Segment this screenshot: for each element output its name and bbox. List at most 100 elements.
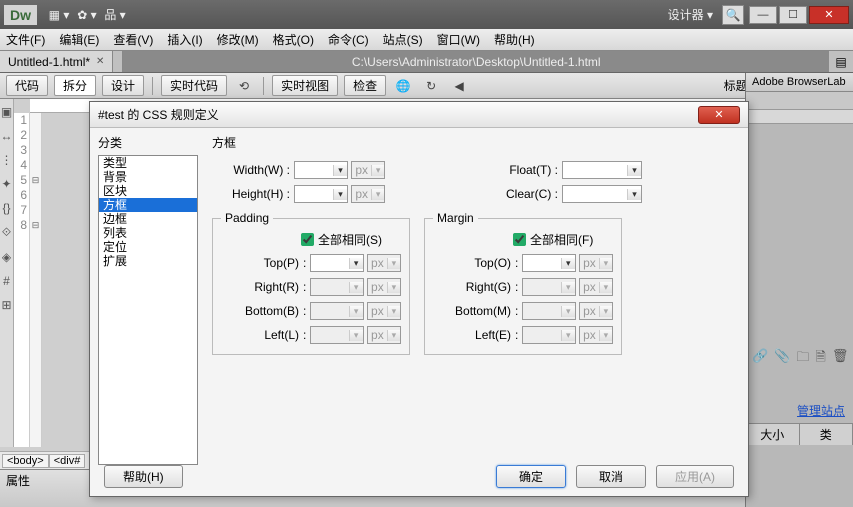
margin-left-unit[interactable]: px▾ [579,326,613,344]
code-tools: ▣ ↔ ⋮ ✦ {} ⟐ ◈ # ⊞ [0,99,14,447]
margin-bottom-unit[interactable]: px▾ [579,302,613,320]
height-input[interactable]: ▾ [294,185,348,203]
padding-bottom-label: Bottom(B) [221,304,299,318]
toggle-icon[interactable]: ⟲ [233,76,255,96]
menu-help[interactable]: 帮助(H) [494,31,535,48]
dialog-title: #test 的 CSS 规则定义 [98,106,698,123]
expand-icon[interactable]: ▤ [829,51,853,72]
design-view-button[interactable]: 设计 [102,75,144,96]
menu-modify[interactable]: 修改(M) [217,31,259,48]
padding-bottom-input[interactable]: ▾ [310,302,364,320]
margin-top-unit[interactable]: px▾ [579,254,613,272]
menu-insert[interactable]: 插入(I) [167,31,202,48]
padding-left-input[interactable]: ▾ [310,326,364,344]
col-type[interactable]: 类 [800,424,853,445]
cat-list[interactable]: 列表 [99,226,197,240]
cat-box[interactable]: 方框 [99,198,197,212]
ok-button[interactable]: 确定 [496,465,566,488]
padding-same-label: 全部相同(S) [318,231,382,248]
padding-top-unit[interactable]: px▾ [367,254,401,272]
menu-edit[interactable]: 编辑(E) [59,31,99,48]
menu-file[interactable]: 文件(F) [6,31,45,48]
trash-icon[interactable]: 🗑 [832,348,849,370]
cat-type[interactable]: 类型 [99,156,197,170]
cat-ext[interactable]: 扩展 [99,254,197,268]
tool-icon[interactable]: ⊞ [1,298,11,312]
margin-right-input[interactable]: ▾ [522,278,576,296]
livecode-button[interactable]: 实时代码 [161,75,227,96]
padding-same-checkbox[interactable] [301,233,314,246]
padding-top-input[interactable]: ▾ [310,254,364,272]
tag-body[interactable]: <body> [2,454,49,468]
workspace-mode[interactable]: 设计器 ▾ [668,6,713,23]
margin-right-unit[interactable]: px▾ [579,278,613,296]
cancel-button[interactable]: 取消 [576,465,646,488]
refresh-icon[interactable]: ↻ [420,76,442,96]
menu-command[interactable]: 命令(C) [328,31,369,48]
padding-right-unit[interactable]: px▾ [367,278,401,296]
margin-left-input[interactable]: ▾ [522,326,576,344]
margin-top-input[interactable]: ▾ [522,254,576,272]
menu-window[interactable]: 窗口(W) [437,31,480,48]
panel-header-browserlab[interactable]: Adobe BrowserLab [746,73,853,92]
menu-view[interactable]: 查看(V) [113,31,153,48]
tool-icon[interactable]: ↔ [1,129,13,143]
fold-icon[interactable]: ⊟ [30,173,41,188]
float-select[interactable]: ▾ [562,161,642,179]
maximize-button[interactable]: ☐ [779,6,807,24]
document-tab[interactable]: Untitled-1.html* ✕ [0,51,113,72]
margin-same-checkbox[interactable] [513,233,526,246]
note-icon[interactable]: 🗎 [815,348,825,370]
help-button[interactable]: 帮助(H) [104,465,183,488]
dialog-titlebar: #test 的 CSS 规则定义 ✕ [90,102,748,128]
settings-icon[interactable]: ✿ ▾ [76,5,98,25]
pin-icon[interactable]: 📎 [774,348,790,370]
cat-pos[interactable]: 定位 [99,240,197,254]
link-icon[interactable]: 🔗 [752,348,768,370]
menu-format[interactable]: 格式(O) [273,31,314,48]
menu-site[interactable]: 站点(S) [383,31,423,48]
search-icon[interactable]: 🔍 [722,5,744,25]
liveview-button[interactable]: 实时视图 [272,75,338,96]
tool-icon[interactable]: ▣ [1,105,12,119]
tool-icon[interactable]: # [3,274,10,288]
hierarchy-icon[interactable]: 品 ▾ [104,5,126,25]
width-unit[interactable]: px▾ [351,161,385,179]
tool-icon[interactable]: ◈ [2,250,11,264]
margin-legend: Margin [433,211,478,225]
tool-icon[interactable]: ✦ [1,177,11,191]
globe-icon[interactable]: 🌐 [392,76,414,96]
properties-label: 属性 [6,474,30,488]
cat-bg[interactable]: 背景 [99,170,197,184]
folder-icon[interactable]: 🗀 [796,348,809,370]
nav-icon[interactable]: ◀ [448,76,470,96]
col-size[interactable]: 大小 [746,424,800,445]
tab-close-icon[interactable]: ✕ [96,56,104,67]
manage-site-link[interactable]: 管理站点 [746,398,853,423]
tag-div[interactable]: <div# [49,454,86,468]
minimize-button[interactable]: — [749,6,777,24]
cat-block[interactable]: 区块 [99,184,197,198]
category-list[interactable]: 类型 背景 区块 方框 边框 列表 定位 扩展 [98,155,198,465]
clear-select[interactable]: ▾ [562,185,642,203]
apply-button[interactable]: 应用(A) [656,465,734,488]
padding-right-input[interactable]: ▾ [310,278,364,296]
tool-icon[interactable]: ⟐ [2,225,11,240]
code-view-button[interactable]: 代码 [6,75,48,96]
padding-left-unit[interactable]: px▾ [367,326,401,344]
tool-icon[interactable]: {} [2,201,10,215]
height-unit[interactable]: px▾ [351,185,385,203]
tool-icon[interactable]: ⋮ [1,153,13,167]
inspect-button[interactable]: 检查 [344,75,386,96]
width-input[interactable]: ▾ [294,161,348,179]
layout-icon[interactable]: ▦ ▾ [48,5,70,25]
fold-icon[interactable]: ⊟ [30,218,41,233]
split-view-button[interactable]: 拆分 [54,75,96,96]
margin-top-label: Top(O) [433,256,511,270]
close-button[interactable]: ✕ [809,6,849,24]
dialog-close-button[interactable]: ✕ [698,106,740,124]
padding-bottom-unit[interactable]: px▾ [367,302,401,320]
margin-bottom-input[interactable]: ▾ [522,302,576,320]
cat-border[interactable]: 边框 [99,212,197,226]
width-label: Width(W) : [212,163,290,177]
